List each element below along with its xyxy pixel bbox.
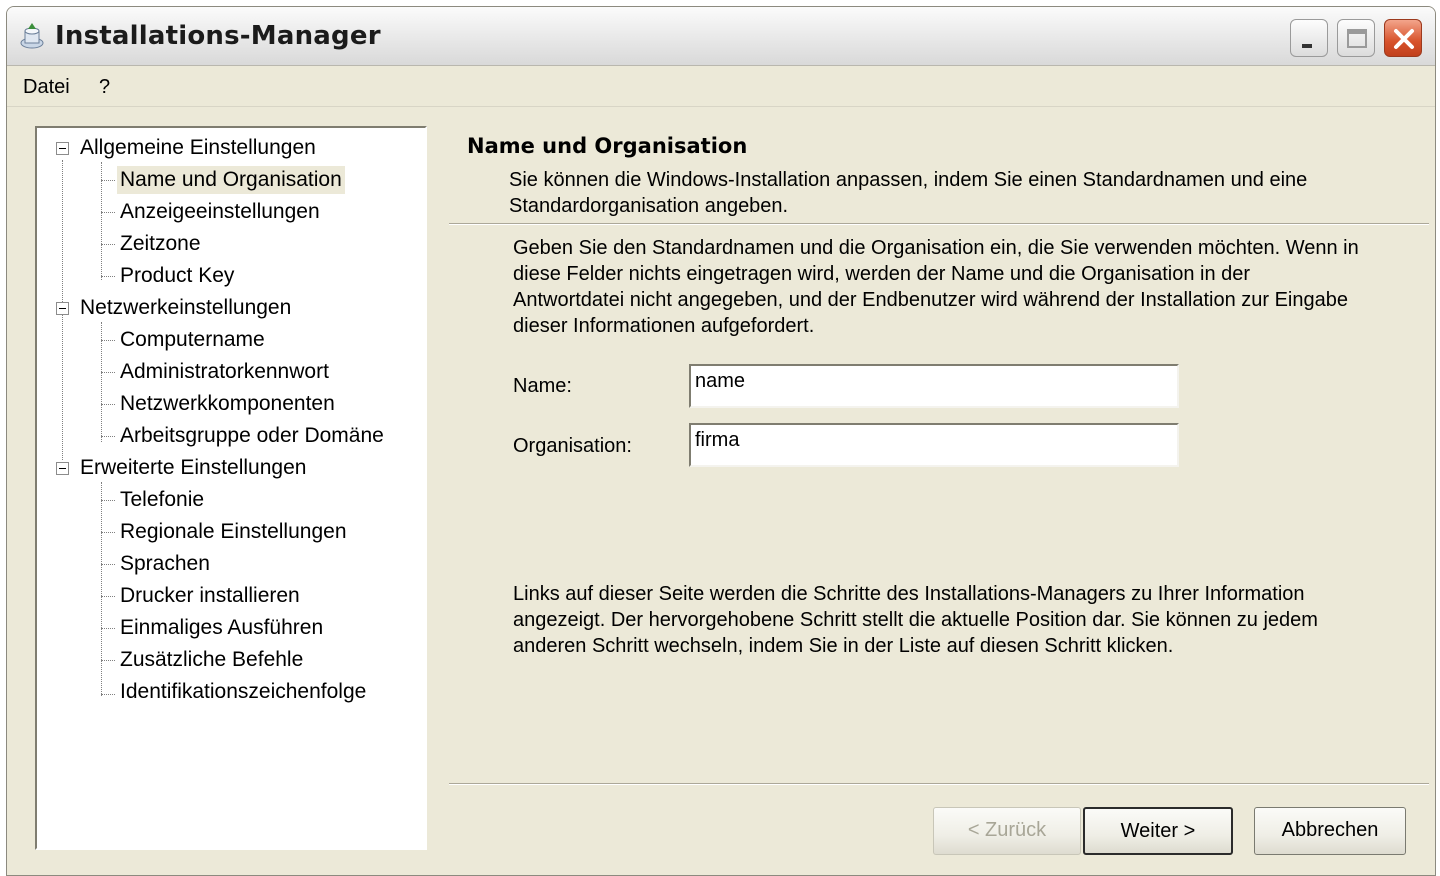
- name-input[interactable]: [689, 364, 1179, 408]
- tree-connector: [101, 694, 115, 695]
- organisation-input[interactable]: [689, 423, 1179, 467]
- menu-bar: Datei ?: [7, 66, 1435, 107]
- menu-help[interactable]: ?: [99, 76, 110, 99]
- page-title: Name und Organisation: [467, 134, 748, 158]
- tree-connector: [101, 340, 115, 341]
- tree-item-product-key[interactable]: Product Key: [117, 262, 237, 290]
- tree-item-regionale-einstellungen[interactable]: Regionale Einstellungen: [117, 518, 350, 546]
- step-tree[interactable]: Allgemeine Einstellungen Name und Organi…: [35, 126, 427, 850]
- page-subtitle: Sie können die Windows-Installation anpa…: [509, 169, 1308, 217]
- minimize-button[interactable]: [1290, 19, 1328, 57]
- tree-item-netzwerkkomponenten[interactable]: Netzwerkkomponenten: [117, 390, 338, 418]
- menu-datei[interactable]: Datei: [23, 76, 70, 99]
- tree-item-arbeitsgruppe[interactable]: Arbeitsgruppe oder Domäne: [117, 422, 387, 450]
- tree-item-zeitzone[interactable]: Zeitzone: [117, 230, 204, 258]
- info-text: Links auf dieser Seite werden die Schrit…: [513, 583, 1318, 657]
- back-button[interactable]: < Zurück: [933, 807, 1081, 855]
- tree-connector: [101, 660, 115, 661]
- header-divider: [449, 223, 1429, 225]
- tree-connector: [101, 628, 115, 629]
- tree-connector: [101, 404, 115, 405]
- tree-item-name-und-organisation[interactable]: Name und Organisation: [117, 166, 345, 194]
- collapse-toggle[interactable]: [56, 302, 69, 315]
- tree-connector: [101, 532, 115, 533]
- tree-connector: [101, 482, 102, 696]
- tree-item-sprachen[interactable]: Sprachen: [117, 550, 213, 578]
- tree-item-administratorkennwort[interactable]: Administratorkennwort: [117, 358, 332, 386]
- tree-connector: [101, 372, 115, 373]
- tree-group-allgemeine[interactable]: Allgemeine Einstellungen: [77, 134, 319, 162]
- name-label: Name:: [513, 375, 572, 397]
- tree-connector: [101, 180, 115, 181]
- close-icon: [1394, 29, 1414, 49]
- tree-item-einmaliges-ausfuehren[interactable]: Einmaliges Ausführen: [117, 614, 326, 642]
- tree-item-computername[interactable]: Computername: [117, 326, 268, 354]
- main-window: Installations-Manager Datei ? Allgemeine…: [6, 6, 1436, 876]
- maximize-icon: [1347, 29, 1367, 48]
- tree-group-netzwerk[interactable]: Netzwerkeinstellungen: [77, 294, 294, 322]
- tree-connector: [101, 436, 115, 437]
- organisation-label: Organisation:: [513, 435, 632, 457]
- cancel-button[interactable]: Abbrechen: [1254, 807, 1406, 855]
- maximize-button[interactable]: [1337, 19, 1375, 57]
- next-button[interactable]: Weiter >: [1083, 807, 1233, 855]
- instructions-text: Geben Sie den Standardnamen und die Orga…: [513, 237, 1359, 337]
- tree-item-telefonie[interactable]: Telefonie: [117, 486, 207, 514]
- tree-connector: [101, 244, 115, 245]
- tree-connector: [101, 564, 115, 565]
- tree-connector: [101, 500, 115, 501]
- collapse-toggle[interactable]: [56, 462, 69, 475]
- tree-item-anzeigeeinstellungen[interactable]: Anzeigeeinstellungen: [117, 198, 323, 226]
- tree-item-identifikationszeichenfolge[interactable]: Identifikationszeichenfolge: [117, 678, 369, 706]
- tree-connector: [101, 276, 115, 277]
- footer-divider: [449, 783, 1429, 785]
- installer-app-icon: [20, 23, 44, 49]
- tree-item-drucker-installieren[interactable]: Drucker installieren: [117, 582, 303, 610]
- title-bar[interactable]: Installations-Manager: [7, 7, 1435, 66]
- window-title: Installations-Manager: [55, 21, 381, 51]
- tree-connector: [101, 596, 115, 597]
- tree-item-zusaetzliche-befehle[interactable]: Zusätzliche Befehle: [117, 646, 306, 674]
- collapse-toggle[interactable]: [56, 142, 69, 155]
- minimize-icon: [1302, 44, 1312, 48]
- close-button[interactable]: [1384, 19, 1422, 57]
- tree-group-erweiterte[interactable]: Erweiterte Einstellungen: [77, 454, 309, 482]
- tree-connector: [101, 212, 115, 213]
